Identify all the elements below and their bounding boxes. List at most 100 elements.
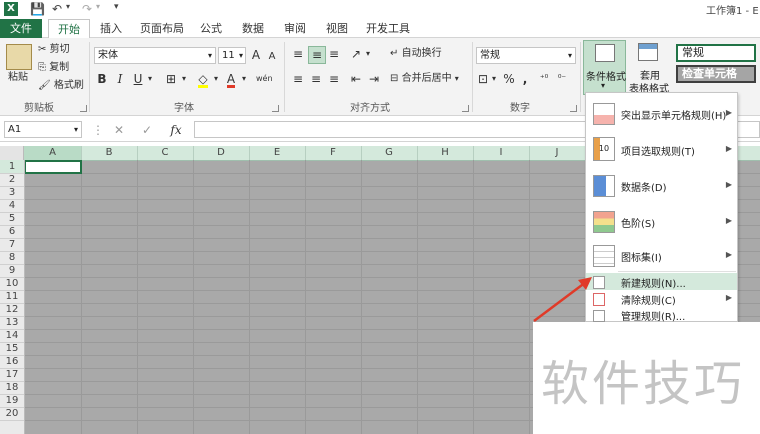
redo-dropdown-icon[interactable]: ▾ [96, 2, 100, 17]
underline-button[interactable]: U [132, 71, 144, 87]
col-header[interactable]: E [249, 146, 306, 160]
currency-icon[interactable]: ⊡ [476, 71, 490, 87]
align-top-icon[interactable]: ≡ [290, 46, 306, 62]
chevron-down-icon[interactable]: ▾ [240, 71, 248, 87]
cancel-icon[interactable]: ✕ [112, 122, 126, 138]
col-header[interactable]: C [137, 146, 194, 160]
comma-button[interactable]: , [518, 71, 532, 87]
row-header[interactable]: 9 [0, 264, 24, 278]
font-color-icon[interactable]: A [224, 71, 238, 88]
row-header[interactable]: 15 [0, 342, 24, 356]
row-header[interactable]: 3 [0, 186, 24, 200]
merge-center-button[interactable]: ⊟ 合并后居中 ▾ [390, 71, 459, 87]
row-header[interactable]: 10 [0, 277, 24, 291]
bold-button[interactable]: B [96, 71, 108, 87]
copy-button[interactable]: ⎘ 复制 [38, 60, 69, 76]
phonetic-guide-icon[interactable]: wén [256, 71, 273, 87]
tab-home[interactable]: 开始 [48, 19, 90, 40]
paste-icon[interactable] [6, 44, 32, 70]
chevron-down-icon[interactable]: ▾ [364, 46, 372, 62]
save-icon[interactable]: 💾 [30, 2, 45, 17]
name-box[interactable]: A1 ▾ [4, 121, 82, 138]
conditional-formatting-button[interactable]: 条件格式 ▾ [583, 40, 626, 95]
col-header[interactable]: I [473, 146, 530, 160]
tab-formulas[interactable]: 公式 [196, 19, 226, 38]
number-format-select[interactable]: 常规 ▾ [476, 47, 576, 64]
row-header[interactable]: 1 [0, 160, 24, 174]
chevron-down-icon[interactable]: ▾ [490, 71, 498, 87]
insert-function-icon[interactable]: fx [168, 122, 184, 138]
number-launcher-icon[interactable] [570, 105, 577, 112]
paste-button[interactable]: 粘贴 [8, 70, 28, 86]
italic-button[interactable]: I [114, 71, 126, 87]
col-header[interactable]: J [529, 146, 586, 160]
undo-dropdown-icon[interactable]: ▾ [66, 2, 70, 17]
percent-button[interactable]: % [502, 71, 516, 87]
wrap-text-button[interactable]: ↵ 自动换行 [390, 46, 442, 62]
col-header[interactable]: H [417, 146, 474, 160]
tab-review[interactable]: 审阅 [280, 19, 310, 38]
drag-handle-icon[interactable]: ⋮ [92, 122, 104, 138]
row-header[interactable]: 20 [0, 407, 24, 421]
col-header[interactable]: F [305, 146, 362, 160]
fill-color-icon[interactable]: ◇ [196, 71, 210, 88]
tab-page-layout[interactable]: 页面布局 [136, 19, 188, 38]
tab-insert[interactable]: 插入 [94, 19, 128, 38]
border-icon[interactable]: ⊞ [164, 71, 178, 87]
menu-item-clear-rules[interactable]: 清除规则(C) ▶ [586, 290, 737, 307]
undo-icon[interactable]: ↶ [52, 2, 62, 17]
clipboard-launcher-icon[interactable] [80, 105, 87, 112]
align-middle-icon[interactable]: ≡ [308, 46, 326, 64]
row-header[interactable]: 5 [0, 212, 24, 226]
row-header[interactable]: 17 [0, 368, 24, 382]
font-launcher-icon[interactable] [272, 105, 279, 112]
align-left-icon[interactable]: ≡ [290, 71, 306, 87]
row-header[interactable]: 6 [0, 225, 24, 239]
chevron-down-icon[interactable]: ▾ [180, 71, 188, 87]
row-header[interactable]: 13 [0, 316, 24, 330]
col-header[interactable]: D [193, 146, 250, 160]
row-header[interactable]: 11 [0, 290, 24, 304]
font-name-select[interactable]: 宋体 ▾ [94, 47, 216, 64]
menu-item-highlight-cell-rules[interactable]: 突出显示单元格规则(H) ▶ [586, 95, 737, 131]
tab-data[interactable]: 数据 [238, 19, 268, 38]
increase-indent-icon[interactable]: ⇥ [366, 71, 382, 87]
row-header[interactable]: 19 [0, 394, 24, 408]
menu-item-icon-sets[interactable]: 图标集(I) ▶ [586, 239, 737, 271]
menu-item-data-bars[interactable]: 数据条(D) ▶ [586, 167, 737, 203]
align-center-icon[interactable]: ≡ [308, 71, 324, 87]
row-header[interactable]: 4 [0, 199, 24, 213]
redo-icon[interactable]: ↷ [82, 2, 92, 17]
active-cell[interactable] [24, 160, 82, 174]
menu-item-top-bottom-rules[interactable]: 10 项目选取规则(T) ▶ [586, 131, 737, 167]
align-bottom-icon[interactable]: ≡ [326, 46, 342, 62]
col-header[interactable]: B [81, 146, 138, 160]
row-header[interactable]: 18 [0, 381, 24, 395]
format-painter-button[interactable]: 🖌 格式刷 [38, 78, 84, 94]
align-right-icon[interactable]: ≡ [326, 71, 342, 87]
tab-file[interactable]: 文件 [0, 19, 42, 38]
select-all-button[interactable] [0, 146, 24, 160]
decrease-indent-icon[interactable]: ⇤ [348, 71, 364, 87]
increase-decimal-icon[interactable]: ⁺⁰ [536, 71, 552, 87]
cut-button[interactable]: ✂ 剪切 [38, 42, 70, 58]
font-size-select[interactable]: 11 ▾ [218, 47, 246, 64]
menu-item-color-scales[interactable]: 色阶(S) ▶ [586, 203, 737, 239]
col-header[interactable]: A [24, 146, 82, 160]
row-header[interactable]: 14 [0, 329, 24, 343]
grow-font-icon[interactable]: A [250, 47, 262, 63]
tab-view[interactable]: 视图 [322, 19, 352, 38]
col-header[interactable]: G [361, 146, 418, 160]
row-header[interactable]: 7 [0, 238, 24, 252]
row-header[interactable]: 2 [0, 173, 24, 187]
menu-item-manage-rules[interactable]: 管理规则(R)... [586, 307, 737, 323]
tab-developer[interactable]: 开发工具 [362, 19, 414, 38]
enter-icon[interactable]: ✓ [140, 122, 154, 138]
customize-toolbar-icon[interactable]: ▾ [114, 2, 119, 17]
decrease-decimal-icon[interactable]: ⁰⁻ [554, 71, 570, 87]
row-header[interactable]: 12 [0, 303, 24, 317]
style-normal[interactable]: 常规 [676, 44, 756, 62]
format-as-table-button[interactable]: 套用 表格格式 [629, 40, 669, 95]
row-header[interactable]: 16 [0, 355, 24, 369]
chevron-down-icon[interactable]: ▾ [212, 71, 220, 87]
